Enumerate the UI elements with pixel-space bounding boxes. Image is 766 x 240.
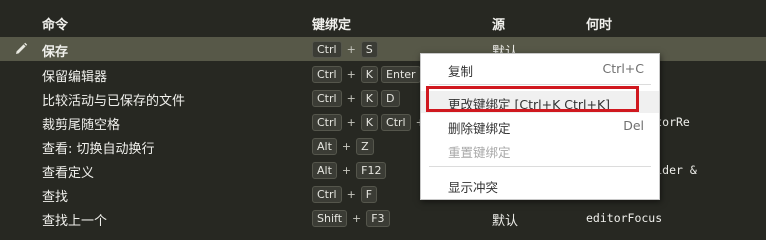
- key-cap: Alt: [312, 137, 337, 155]
- keybinding-cell: Alt + F12: [312, 161, 389, 179]
- keybinding-cell: Ctrl + K D: [312, 89, 403, 107]
- key-cap: Enter: [381, 65, 421, 83]
- column-header-command[interactable]: 命令: [42, 14, 68, 33]
- menu-item-label: 更改键绑定 [Ctrl+K Ctrl+K]: [448, 97, 611, 112]
- plus-sign: +: [352, 211, 362, 225]
- key-cap: Z: [356, 137, 374, 155]
- pencil-icon[interactable]: [14, 42, 28, 56]
- key-cap: Ctrl: [381, 113, 411, 131]
- menu-item-label: 删除键绑定: [448, 121, 511, 136]
- menu-item-label: 重置键绑定: [448, 145, 511, 160]
- key-cap: D: [381, 89, 400, 107]
- key-cap: K: [360, 113, 379, 131]
- menu-item-copy[interactable]: 复制 Ctrl+C: [421, 58, 659, 80]
- table-header: 命令 键绑定 源 何时: [0, 8, 766, 34]
- command-label: 裁剪尾随空格: [42, 118, 121, 133]
- keybinding-cell: Shift + F3: [312, 209, 393, 227]
- menu-item-remove-keybinding[interactable]: 删除键绑定 Del: [421, 115, 659, 137]
- keybinding-cell: Ctrl + F: [312, 185, 380, 203]
- column-header-when[interactable]: 何时: [586, 14, 612, 33]
- key-cap: Ctrl: [312, 113, 342, 131]
- menu-separator: [429, 84, 651, 85]
- keybinding-cell: Ctrl + S: [312, 40, 381, 58]
- key-cap: K: [360, 65, 379, 83]
- plus-sign: +: [346, 91, 356, 105]
- command-label: 查看: 切换自动换行: [42, 142, 155, 157]
- key-cap: Shift: [312, 209, 348, 227]
- menu-item-reset-keybinding: 重置键绑定: [421, 139, 659, 161]
- key-cap: F: [360, 185, 378, 203]
- context-menu: 复制 Ctrl+C 更改键绑定 [Ctrl+K Ctrl+K] 删除键绑定 De…: [420, 53, 660, 200]
- key-cap: F3: [366, 209, 390, 227]
- plus-sign: +: [346, 115, 356, 129]
- key-cap: Ctrl: [312, 40, 342, 58]
- menu-separator: [429, 166, 651, 167]
- menu-item-label: 显示冲突: [448, 180, 499, 195]
- command-label: 保存: [42, 45, 69, 60]
- menu-item-label: 复制: [448, 64, 474, 79]
- menu-item-shortcut: Ctrl+C: [602, 61, 644, 76]
- key-cap: F12: [356, 161, 387, 179]
- command-label: 保留编辑器: [42, 70, 108, 85]
- plus-sign: +: [346, 187, 356, 201]
- command-label: 查找上一个: [42, 214, 108, 229]
- keybinding-cell: Alt + Z: [312, 137, 377, 155]
- key-cap: S: [360, 40, 378, 58]
- column-header-keybinding[interactable]: 键绑定: [312, 14, 351, 33]
- plus-sign: +: [341, 139, 352, 153]
- table-row[interactable]: 查找上一个 Shift + F3 默认 editorFocus: [0, 206, 766, 230]
- when-clause: editorFocus: [586, 211, 663, 225]
- menu-item-change-keybinding[interactable]: 更改键绑定 [Ctrl+K Ctrl+K]: [421, 91, 659, 113]
- plus-sign: +: [346, 42, 356, 56]
- menu-item-shortcut: Del: [623, 118, 644, 133]
- keybinding-cell: Ctrl + K Enter: [312, 65, 424, 83]
- command-label: 比较活动与已保存的文件: [42, 94, 186, 109]
- plus-sign: +: [346, 67, 356, 81]
- key-cap: Ctrl: [312, 185, 342, 203]
- key-cap: Ctrl: [312, 65, 342, 83]
- command-label: 查看定义: [42, 166, 95, 181]
- key-cap: Alt: [312, 161, 337, 179]
- column-header-source[interactable]: 源: [492, 14, 505, 33]
- command-label: 查找: [42, 190, 69, 205]
- source-label: 默认: [492, 214, 519, 229]
- key-cap: Ctrl: [312, 89, 342, 107]
- key-cap: K: [360, 89, 379, 107]
- menu-item-show-conflicts[interactable]: 显示冲突: [421, 174, 659, 196]
- plus-sign: +: [341, 163, 352, 177]
